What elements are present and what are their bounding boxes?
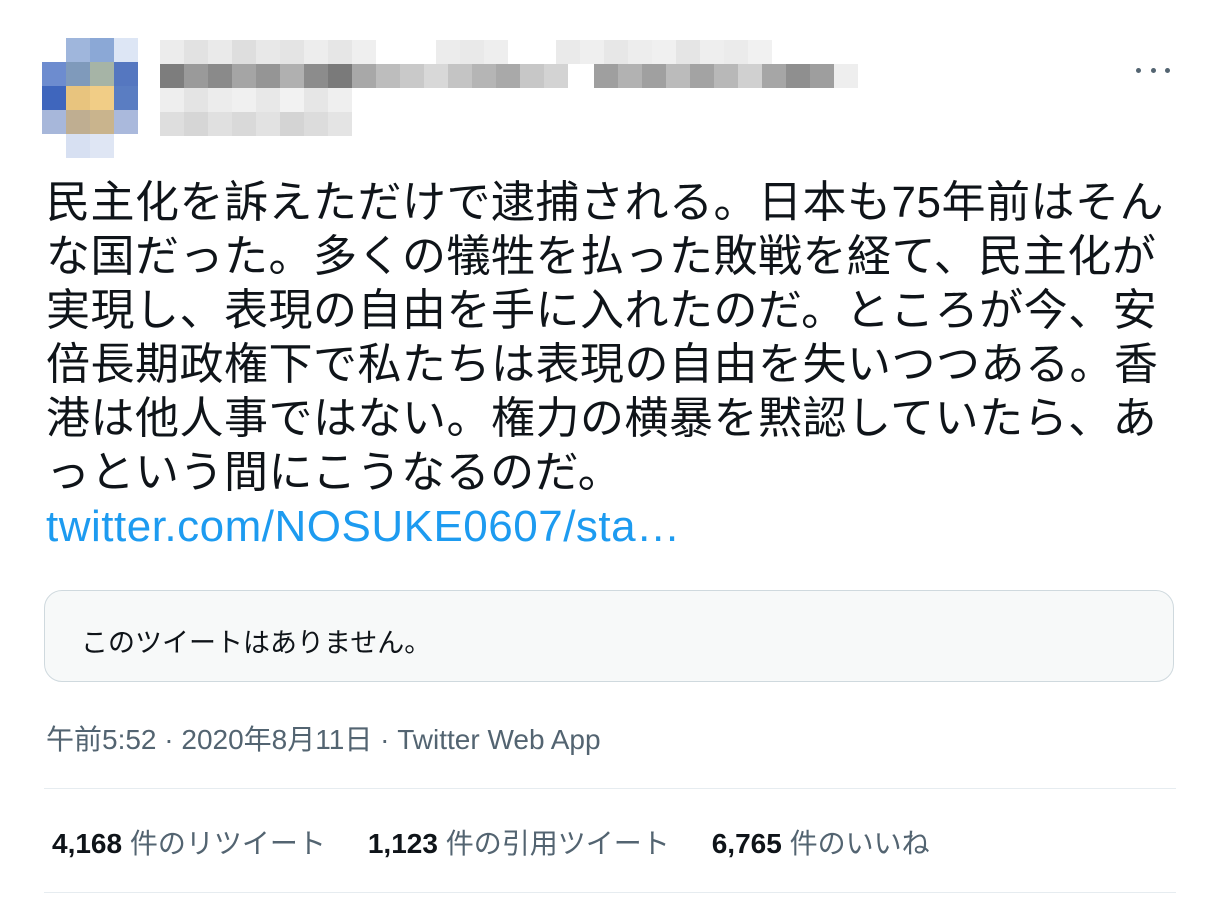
divider (44, 788, 1176, 789)
retweets-stat[interactable]: 4,168 件のリツイート (52, 822, 326, 862)
more-options-button[interactable] (1136, 60, 1170, 80)
retweets-label: 件のリツイート (122, 828, 326, 859)
tweet-stats: 4,168 件のリツイート 1,123 件の引用ツイート 6,765 件のいいね (52, 822, 972, 862)
tweet-time[interactable]: 午前5:52 (46, 724, 157, 755)
likes-stat[interactable]: 6,765 件のいいね (712, 822, 930, 862)
meta-separator: · (156, 724, 182, 755)
retweets-count: 4,168 (52, 828, 123, 859)
tweet-body: 民主化を訴えただけで逮捕される。日本も75年前はそんな国だった。多くの犠牲を払っ… (46, 178, 1164, 497)
tweet-link[interactable]: twitter.com/NOSUKE0607/sta… (46, 502, 681, 551)
tweet-date[interactable]: 2020年8月11日 (181, 724, 372, 755)
tweet-text: 民主化を訴えただけで逮捕される。日本も75年前はそんな国だった。多くの犠牲を払っ… (46, 176, 1166, 554)
quotes-label: 件の引用ツイート (437, 828, 670, 859)
more-horizontal-icon (1136, 67, 1141, 73)
meta-separator: · (372, 724, 398, 755)
quoted-tweet-unavailable: このツイートはありません。 (44, 590, 1174, 682)
avatar[interactable] (40, 38, 140, 158)
more-horizontal-icon (1165, 67, 1170, 73)
divider (44, 892, 1176, 893)
more-horizontal-icon (1150, 67, 1156, 73)
likes-label: 件のいいね (781, 828, 930, 859)
likes-count: 6,765 (711, 828, 782, 859)
quotes-count: 1,123 (367, 828, 438, 859)
quotes-stat[interactable]: 1,123 件の引用ツイート (368, 822, 670, 862)
tweet-source[interactable]: Twitter Web App (397, 724, 600, 755)
tweet-meta: 午前5:52 · 2020年8月11日 · Twitter Web App (46, 718, 601, 758)
quoted-unavailable-text: このツイートはありません。 (81, 628, 432, 658)
